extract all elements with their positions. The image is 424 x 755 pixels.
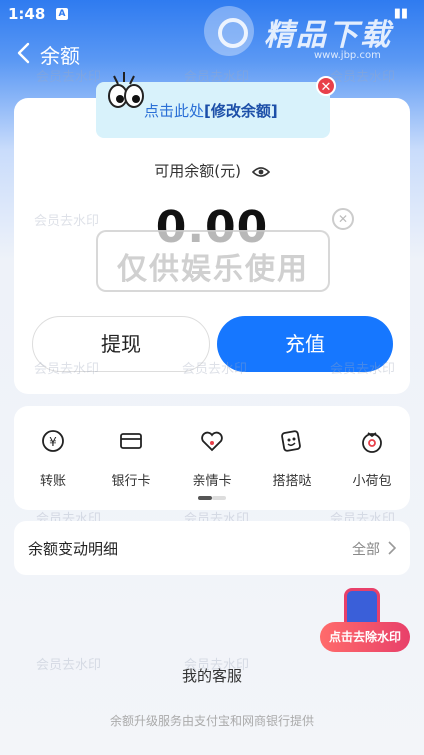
balance-label: 可用余额(元) <box>154 162 241 180</box>
services-card: ¥ 转账 银行卡 亲情卡 搭搭哒 小荷包 <box>14 406 410 510</box>
tooltip-prefix: 点击此处 <box>144 102 205 120</box>
back-arrow-icon[interactable] <box>16 42 32 64</box>
bank-card-icon <box>120 433 142 449</box>
svg-text:¥: ¥ <box>49 435 57 449</box>
status-time: 1:48 <box>8 5 46 23</box>
overlay-watermark: 会员去水印 <box>34 362 100 377</box>
service-label: 转账 <box>39 474 66 489</box>
service-label: 银行卡 <box>111 474 151 489</box>
customer-service-link[interactable]: 我的客服 <box>0 665 424 686</box>
tooltip-action[interactable]: [修改余额] <box>204 102 278 120</box>
service-transfer[interactable]: ¥ 转账 <box>18 428 88 489</box>
overlay-watermark: 会员去水印 <box>330 362 396 377</box>
history-all-link[interactable]: 全部 <box>352 539 380 559</box>
chevron-right-icon <box>388 541 396 555</box>
remove-watermark-button[interactable]: 点击去除水印 <box>320 622 410 652</box>
overlay-watermark: 会员去水印 <box>36 70 102 85</box>
overlay-watermark: 会员去水印 <box>330 70 396 85</box>
history-label: 余额变动明细 <box>28 540 119 558</box>
service-label: 搭搭哒 <box>272 474 312 489</box>
balance-label-row: 可用余额(元) <box>14 160 410 181</box>
page-indicator-rest <box>212 496 226 500</box>
balance-card: 可用余额(元) 0.00 仅供娱乐使用 ✕ 会员去水印 提现 充值 会员去水印 … <box>14 98 410 394</box>
heart-card-icon <box>201 431 223 452</box>
balance-history-row[interactable]: 余额变动明细 全部 <box>14 521 410 575</box>
footer-note: 余额升级服务由支付宝和网商银行提供 <box>109 714 314 728</box>
page-title: 余额 <box>40 44 80 68</box>
remove-watermark-widget[interactable]: 点击去除水印 <box>320 588 412 660</box>
service-label: 小荷包 <box>352 474 392 489</box>
purse-icon <box>362 432 382 453</box>
overlay-watermark: 会员去水印 <box>182 362 248 377</box>
service-label: 亲情卡 <box>192 474 232 489</box>
page-indicator <box>198 496 226 500</box>
page-indicator-active <box>198 496 212 500</box>
nav-bar: 余额 <box>0 36 424 70</box>
service-family-card[interactable]: 亲情卡 <box>177 428 247 489</box>
sticker-icon <box>281 430 301 452</box>
service-purse[interactable]: 小荷包 <box>337 428 407 489</box>
overlay-watermark: 会员去水印 <box>34 214 100 229</box>
stamp-text: 仅供娱乐使用 <box>117 252 309 287</box>
service-dadada[interactable]: 搭搭哒 <box>257 428 327 489</box>
entertainment-only-stamp: 仅供娱乐使用 <box>96 230 330 292</box>
stamp-close-icon[interactable]: ✕ <box>332 208 354 230</box>
cartoon-eyes-mascot-icon <box>108 72 144 108</box>
service-bank-card[interactable]: 银行卡 <box>96 428 166 489</box>
tooltip-text[interactable]: 点击此处[修改余额] <box>144 100 278 121</box>
app-notification-icon: A <box>56 8 68 20</box>
yen-transfer-icon: ¥ <box>42 430 64 452</box>
eye-icon[interactable] <box>251 166 270 178</box>
tooltip-close-icon[interactable]: ✕ <box>316 76 336 96</box>
